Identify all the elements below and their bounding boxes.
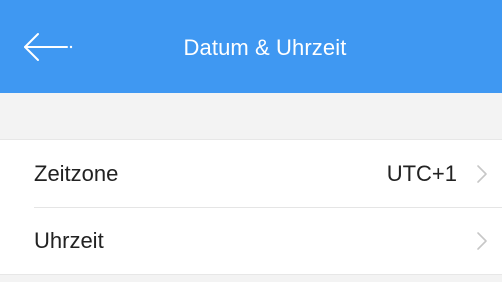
timezone-row[interactable]: Zeitzone UTC+1 [0,140,502,207]
chevron-right-icon [476,231,488,251]
timezone-label: Zeitzone [34,161,119,186]
page-title: Datum & Uhrzeit [183,35,347,60]
settings-list: Zeitzone UTC+1 Uhrzeit [0,139,502,275]
time-row[interactable]: Uhrzeit [0,207,502,274]
section-spacer [0,93,502,139]
timezone-value: UTC+1 [386,161,457,186]
app-header: Datum & Uhrzeit [0,0,502,93]
date-time-screen: Datum & Uhrzeit Zeitzone UTC+1 Uhrzeit [0,0,502,282]
time-label: Uhrzeit [34,228,104,253]
chevron-right-icon [476,164,488,184]
